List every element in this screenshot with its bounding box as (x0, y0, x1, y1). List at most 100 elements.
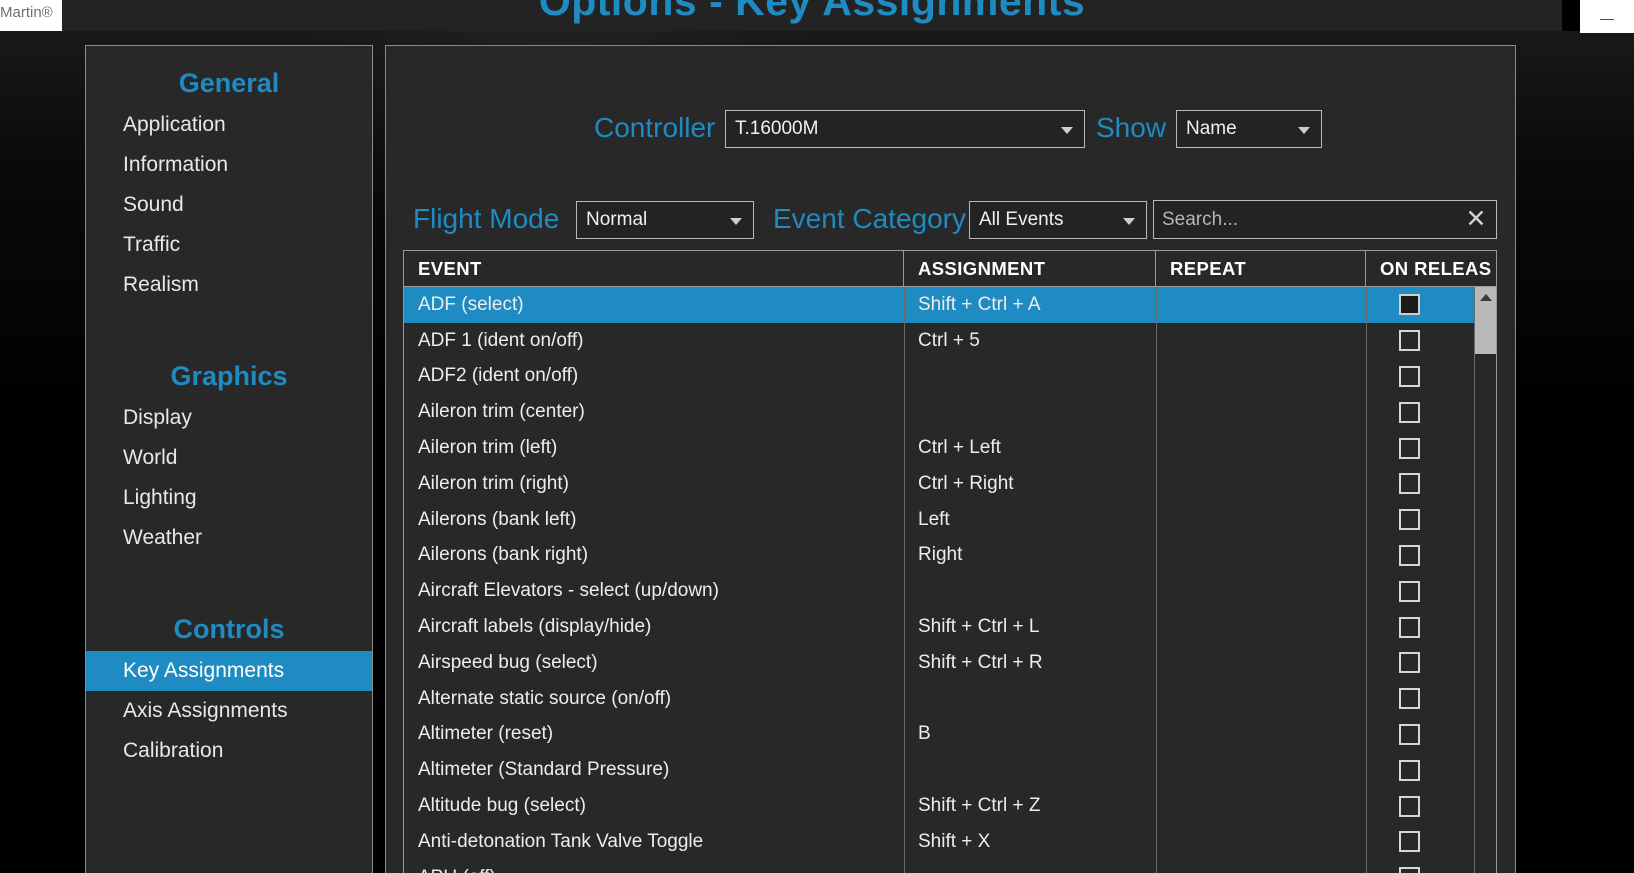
on-release-checkbox[interactable] (1399, 401, 1420, 423)
cell-event: Airspeed bug (select) (418, 651, 598, 673)
sidebar: General Application Information Sound Tr… (85, 45, 373, 873)
cell-event: ADF (select) (418, 293, 524, 315)
cell-event: APU (off) (404, 860, 904, 873)
column-header-event[interactable]: EVENT (404, 251, 904, 286)
cell-repeat (1156, 681, 1366, 717)
on-release-checkbox[interactable] (1399, 330, 1420, 352)
table-row[interactable]: Anti-detonation Tank Valve Toggle Shift +… (404, 824, 1496, 860)
clear-search-icon[interactable]: ✕ (1456, 201, 1496, 238)
scrollbar-thumb[interactable] (1475, 308, 1496, 354)
sidebar-item-key-assignments[interactable]: Key Assignments (86, 651, 372, 691)
flight-mode-dropdown[interactable]: Normal (576, 201, 754, 239)
chevron-down-icon (1298, 127, 1310, 134)
show-label: Show (1096, 112, 1167, 143)
table-row[interactable]: Altimeter (Standard Pressure) (404, 752, 1496, 788)
cell-event: Aircraft labels (display/hide) (418, 616, 652, 638)
on-release-checkbox[interactable] (1399, 867, 1420, 873)
sidebar-item-calibration[interactable]: Calibration (86, 731, 372, 771)
cell-assignment: Left (918, 508, 950, 530)
sidebar-item-sound[interactable]: Sound (86, 185, 372, 225)
cell-event: Aileron trim (right) (418, 472, 569, 494)
on-release-checkbox[interactable] (1399, 294, 1420, 316)
show-dropdown[interactable]: Name (1176, 110, 1322, 148)
on-release-checkbox[interactable] (1399, 473, 1420, 495)
on-release-checkbox[interactable] (1399, 509, 1420, 531)
column-header-repeat[interactable]: REPEAT (1156, 251, 1366, 286)
table-row[interactable]: Airspeed bug (select) Shift + Ctrl + R (404, 645, 1496, 681)
sidebar-item-traffic[interactable]: Traffic (86, 225, 372, 265)
cell-assignment (904, 394, 1156, 430)
cell-repeat (1156, 645, 1366, 681)
table-row[interactable]: APU (off) (404, 860, 1496, 873)
sidebar-item-realism[interactable]: Realism (86, 265, 372, 305)
cell-assignment: B (918, 723, 931, 745)
sidebar-item-weather[interactable]: Weather (86, 518, 372, 558)
table-row[interactable]: Aileron trim (center) (404, 394, 1496, 430)
minimize-button[interactable] (1580, 0, 1634, 33)
sidebar-item-information[interactable]: Information (86, 145, 372, 185)
on-release-checkbox[interactable] (1399, 544, 1420, 566)
event-category-label: Event Category (773, 203, 966, 234)
table-row[interactable]: Aircraft Elevators - select (up/down) (404, 573, 1496, 609)
table-row[interactable]: Aileron trim (right) Ctrl + Right (404, 466, 1496, 502)
table-scrollbar[interactable] (1474, 287, 1496, 873)
column-header-assignment[interactable]: ASSIGNMENT (904, 251, 1156, 286)
controller-dropdown[interactable]: T.16000M (725, 110, 1085, 148)
sidebar-section-title-general: General (178, 68, 280, 98)
table-row[interactable]: Ailerons (bank left) Left (404, 502, 1496, 538)
table-row[interactable]: ADF2 (ident on/off) (404, 359, 1496, 395)
on-release-checkbox[interactable] (1399, 688, 1420, 710)
cell-assignment (904, 573, 1156, 609)
on-release-checkbox[interactable] (1399, 365, 1420, 387)
on-release-checkbox[interactable] (1399, 437, 1420, 459)
on-release-checkbox[interactable] (1399, 616, 1420, 638)
sidebar-item-axis-assignments[interactable]: Axis Assignments (86, 691, 372, 731)
sidebar-item-world[interactable]: World (86, 438, 372, 478)
table-row[interactable]: Aileron trim (left) Ctrl + Left (404, 430, 1496, 466)
table-row[interactable]: Aircraft labels (display/hide) Shift + Ct… (404, 609, 1496, 645)
cell-assignment: Shift + X (918, 830, 991, 852)
table-row[interactable]: Altimeter (reset) B (404, 717, 1496, 753)
cell-assignment: Ctrl + Right (918, 472, 1014, 494)
event-category-dropdown[interactable]: All Events (969, 201, 1147, 239)
cell-repeat (1156, 430, 1366, 466)
sidebar-item-application[interactable]: Application (86, 105, 372, 145)
cell-repeat (1156, 466, 1366, 502)
table-row[interactable]: ADF 1 (ident on/off) Ctrl + 5 (404, 323, 1496, 359)
search-input[interactable] (1154, 200, 1456, 239)
table-row[interactable]: ADF (select) Shift + Ctrl + A (404, 287, 1496, 323)
cell-assignment: Ctrl + Left (918, 437, 1001, 459)
cell-assignment: Shift + Ctrl + L (918, 616, 1040, 638)
cell-repeat (1156, 788, 1366, 824)
on-release-checkbox[interactable] (1399, 652, 1420, 674)
controller-label: Controller (594, 112, 716, 143)
sidebar-item-lighting[interactable]: Lighting (86, 478, 372, 518)
on-release-checkbox[interactable] (1399, 831, 1420, 853)
cell-event: Alternate static source (on/off) (418, 687, 672, 709)
cell-event: Altimeter (reset) (418, 723, 554, 745)
show-dropdown-value: Name (1186, 118, 1237, 139)
table-body: ADF (select) Shift + Ctrl + A ADF 1 (ident… (404, 287, 1496, 873)
cell-repeat (1156, 717, 1366, 753)
on-release-checkbox[interactable] (1399, 580, 1420, 602)
on-release-checkbox[interactable] (1399, 795, 1420, 817)
table-row[interactable]: Alternate static source (on/off) (404, 681, 1496, 717)
cell-assignment (904, 860, 1156, 873)
scroll-up-button[interactable] (1475, 287, 1496, 308)
app-root: Options - Key Assignments Martin® Genera… (0, 0, 1634, 873)
sidebar-item-display[interactable]: Display (86, 398, 372, 438)
cell-assignment (904, 752, 1156, 788)
column-header-on-release[interactable]: ON RELEAS (1366, 251, 1496, 286)
table-header-row: EVENT ASSIGNMENT REPEAT ON RELEAS (404, 251, 1496, 287)
table-row[interactable]: Altitude bug (select) Shift + Ctrl + Z (404, 788, 1496, 824)
cell-repeat (1156, 359, 1366, 395)
on-release-checkbox[interactable] (1399, 759, 1420, 781)
cell-assignment: Shift + Ctrl + R (918, 651, 1043, 673)
chevron-down-icon (1123, 218, 1135, 225)
on-release-checkbox[interactable] (1399, 723, 1420, 745)
cell-event: Aileron trim (center) (418, 401, 585, 423)
flight-mode-dropdown-value: Normal (586, 209, 648, 230)
table-row[interactable]: Ailerons (bank right) Right (404, 538, 1496, 574)
